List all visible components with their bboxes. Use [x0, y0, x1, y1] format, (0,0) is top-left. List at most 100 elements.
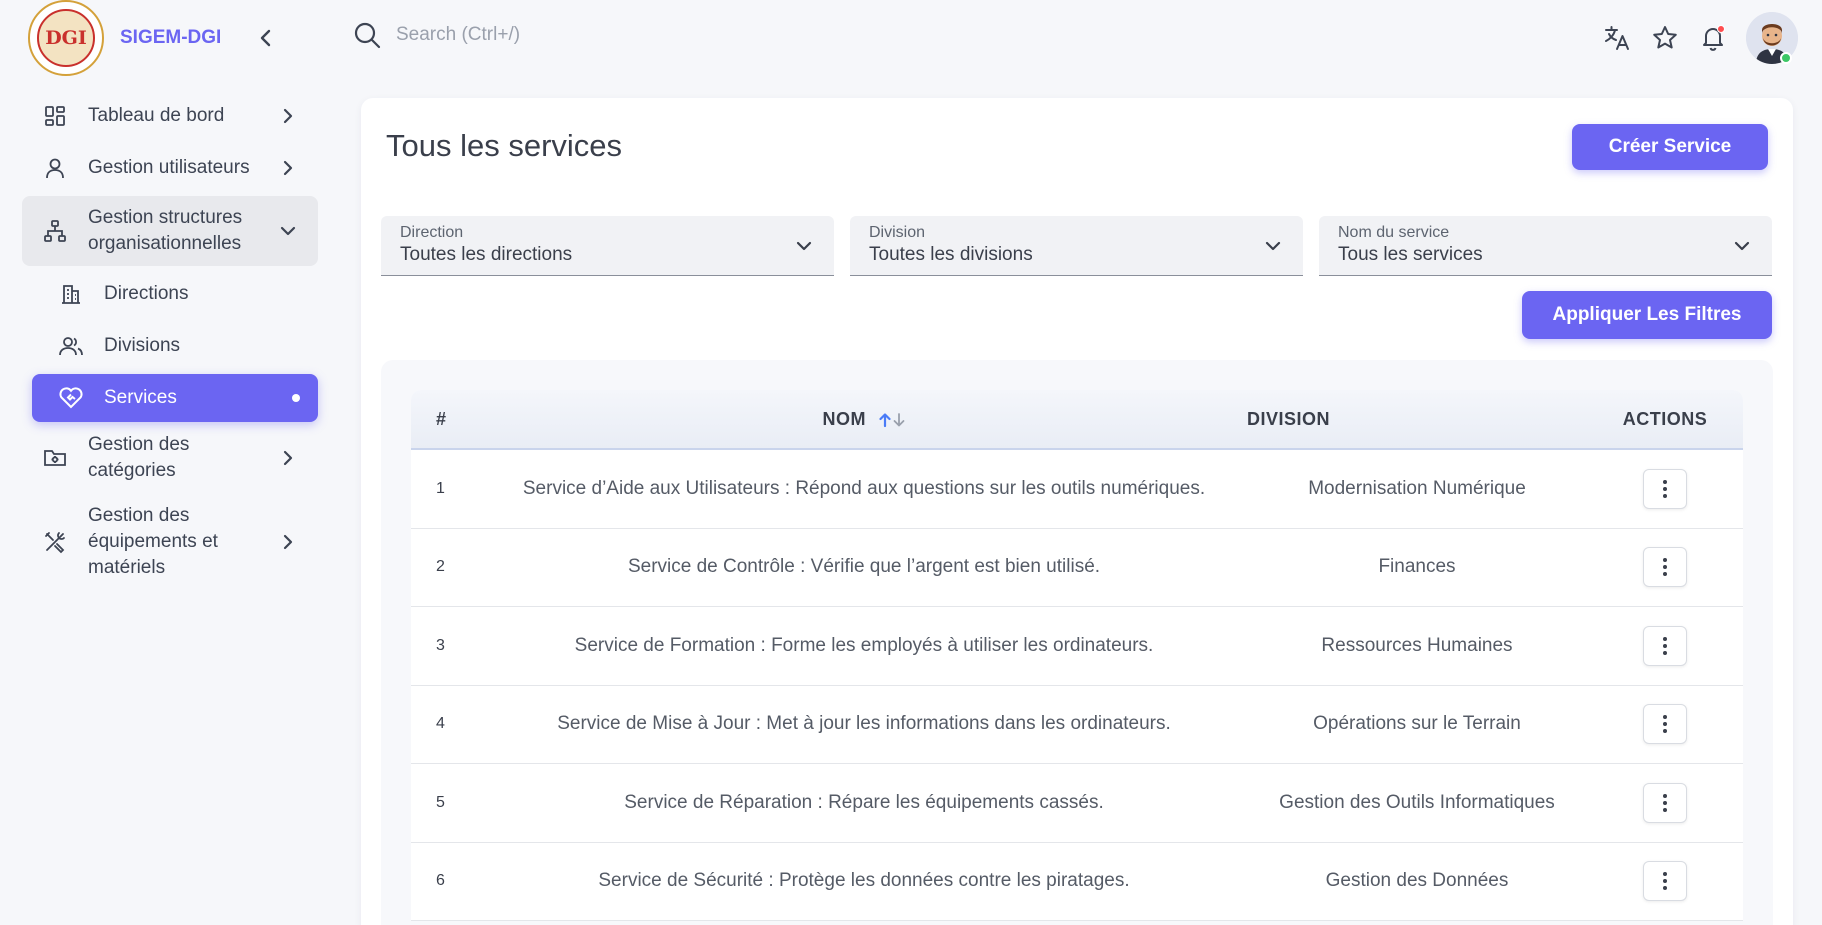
filter-label: Direction [400, 224, 464, 241]
column-header-actions: ACTIONS [1622, 408, 1708, 429]
division-cell: Modernisation Numérique [1308, 477, 1526, 499]
actions-cell [1587, 468, 1743, 509]
sidebar-item-label: Gestion des équipements et matériels [88, 505, 218, 578]
row-number: 5 [436, 793, 445, 811]
table-container: # NOM DIVISION ACTIONS 1 Service d’Aide … [381, 360, 1773, 925]
sidebar-subitem-label: Divisions [104, 335, 181, 356]
apply-filters-button[interactable]: Appliquer Les Filtres [1522, 291, 1772, 339]
user-icon [42, 155, 68, 181]
direction-filter-select[interactable]: Direction Toutes les directions [381, 216, 834, 276]
dashboard-icon [42, 103, 68, 129]
sort-descending-icon[interactable] [892, 412, 906, 428]
folder-icon [42, 445, 68, 471]
sidebar-item-gestion-structures[interactable]: Gestion structures organisationnelles [22, 196, 318, 266]
table-row[interactable]: 6 Service de Sécurité : Protège les donn… [411, 843, 1743, 921]
translate-icon[interactable] [1602, 23, 1632, 53]
service-name-cell: Service de Réparation : Répare les équip… [624, 791, 1104, 813]
chevron-right-icon [278, 532, 298, 552]
topbar-actions [1602, 12, 1798, 64]
row-actions-button[interactable] [1643, 704, 1687, 745]
more-vertical-icon [1663, 558, 1667, 577]
sidebar-subitem-label: Directions [104, 283, 189, 304]
row-actions-button[interactable] [1643, 782, 1687, 823]
row-actions-button[interactable] [1643, 625, 1687, 666]
chevron-down-icon [1734, 241, 1750, 251]
star-icon[interactable] [1650, 23, 1680, 53]
service-name-cell: Service de Formation : Forme les employé… [574, 634, 1154, 656]
filter-value: Toutes les divisions [869, 244, 1033, 265]
brand[interactable]: DGI SIGEM-DGI [28, 0, 221, 76]
column-header-number: # [436, 408, 447, 429]
filter-label: Nom du service [1338, 224, 1450, 241]
page-title: Tous les services [386, 128, 623, 163]
sidebar-subitem-divisions[interactable]: Divisions [32, 322, 318, 370]
tools-icon [42, 529, 68, 555]
services-table: # NOM DIVISION ACTIONS 1 Service d’Aide … [411, 390, 1743, 921]
actions-cell [1587, 782, 1743, 823]
building-icon [58, 281, 84, 307]
row-number: 6 [436, 872, 445, 890]
table-header: # NOM DIVISION ACTIONS [411, 390, 1743, 450]
chevron-down-icon [1265, 241, 1281, 251]
heart-hand-icon [58, 385, 84, 411]
table-row[interactable]: 3 Service de Formation : Forme les emplo… [411, 607, 1743, 686]
sidebar-subitem-label: Services [104, 387, 177, 408]
logo-text: DGI [45, 27, 87, 49]
sidebar-collapse-button[interactable] [256, 26, 276, 50]
service-name-cell: Service de Sécurité : Protège les donnée… [598, 870, 1130, 892]
create-service-button[interactable]: Créer Service [1572, 124, 1768, 170]
sort-ascending-icon[interactable] [878, 412, 892, 428]
row-actions-button[interactable] [1643, 468, 1687, 509]
sidebar-item-label: Gestion des catégories [88, 434, 190, 481]
filter-label: Division [869, 224, 926, 241]
sidebar-item-label: Tableau de bord [88, 105, 225, 126]
more-vertical-icon [1663, 479, 1667, 498]
sort-control[interactable] [878, 412, 906, 428]
division-cell: Finances [1378, 556, 1456, 578]
chevron-left-icon [260, 29, 271, 47]
sidebar-item-gestion-equipements[interactable]: Gestion des équipements et matériels [22, 494, 318, 590]
table-row[interactable]: 5 Service de Réparation : Répare les équ… [411, 764, 1743, 843]
notification-badge [1717, 25, 1725, 33]
division-cell: Opérations sur le Terrain [1313, 713, 1521, 735]
search-input[interactable] [396, 24, 796, 46]
search-icon[interactable] [352, 20, 382, 50]
users-icon [58, 333, 84, 359]
sidebar: DGI SIGEM-DGI Tableau de bord Gestion ut… [0, 0, 330, 925]
chevron-right-icon [278, 106, 298, 126]
sidebar-item-gestion-utilisateurs[interactable]: Gestion utilisateurs [22, 144, 318, 192]
row-actions-button[interactable] [1643, 861, 1687, 902]
table-row[interactable]: 2 Service de Contrôle : Vérifie que l’ar… [411, 529, 1743, 607]
sidebar-subitem-directions[interactable]: Directions [32, 270, 318, 318]
sidebar-item-tableau-de-bord[interactable]: Tableau de bord [22, 92, 318, 140]
actions-cell [1587, 625, 1743, 666]
chevron-right-icon [278, 448, 298, 468]
org-chart-icon [42, 218, 68, 244]
chevron-down-icon [278, 221, 298, 241]
row-number: 3 [436, 636, 445, 654]
sidebar-item-label: Gestion utilisateurs [88, 157, 250, 178]
service-name-cell: Service de Mise à Jour : Met à jour les … [557, 713, 1171, 735]
division-cell: Ressources Humaines [1321, 634, 1513, 656]
column-header-division: DIVISION [1247, 408, 1331, 429]
dgi-logo: DGI [28, 0, 104, 76]
sidebar-item-gestion-categories[interactable]: Gestion des catégories [22, 426, 318, 490]
actions-cell [1587, 861, 1743, 902]
service-name-cell: Service d’Aide aux Utilisateurs : Répond… [522, 477, 1206, 499]
bell-icon[interactable] [1698, 23, 1728, 53]
more-vertical-icon [1663, 872, 1667, 891]
service-name-filter-select[interactable]: Nom du service Tous les services [1319, 216, 1772, 276]
column-header-nom[interactable]: NOM [481, 409, 1247, 430]
chevron-down-icon [796, 241, 812, 251]
division-filter-select[interactable]: Division Toutes les divisions [850, 216, 1303, 276]
service-name-cell: Service de Contrôle : Vérifie que l’arge… [627, 556, 1101, 578]
row-number: 1 [436, 479, 445, 497]
table-row[interactable]: 4 Service de Mise à Jour : Met à jour le… [411, 686, 1743, 764]
sidebar-subitem-services[interactable]: Services [32, 374, 318, 422]
division-cell: Gestion des Données [1325, 870, 1509, 892]
search-bar[interactable] [352, 20, 796, 50]
row-actions-button[interactable] [1643, 547, 1687, 588]
division-cell: Gestion des Outils Informatiques [1279, 791, 1555, 813]
table-row[interactable]: 1 Service d’Aide aux Utilisateurs : Répo… [411, 450, 1743, 529]
more-vertical-icon [1663, 715, 1667, 734]
